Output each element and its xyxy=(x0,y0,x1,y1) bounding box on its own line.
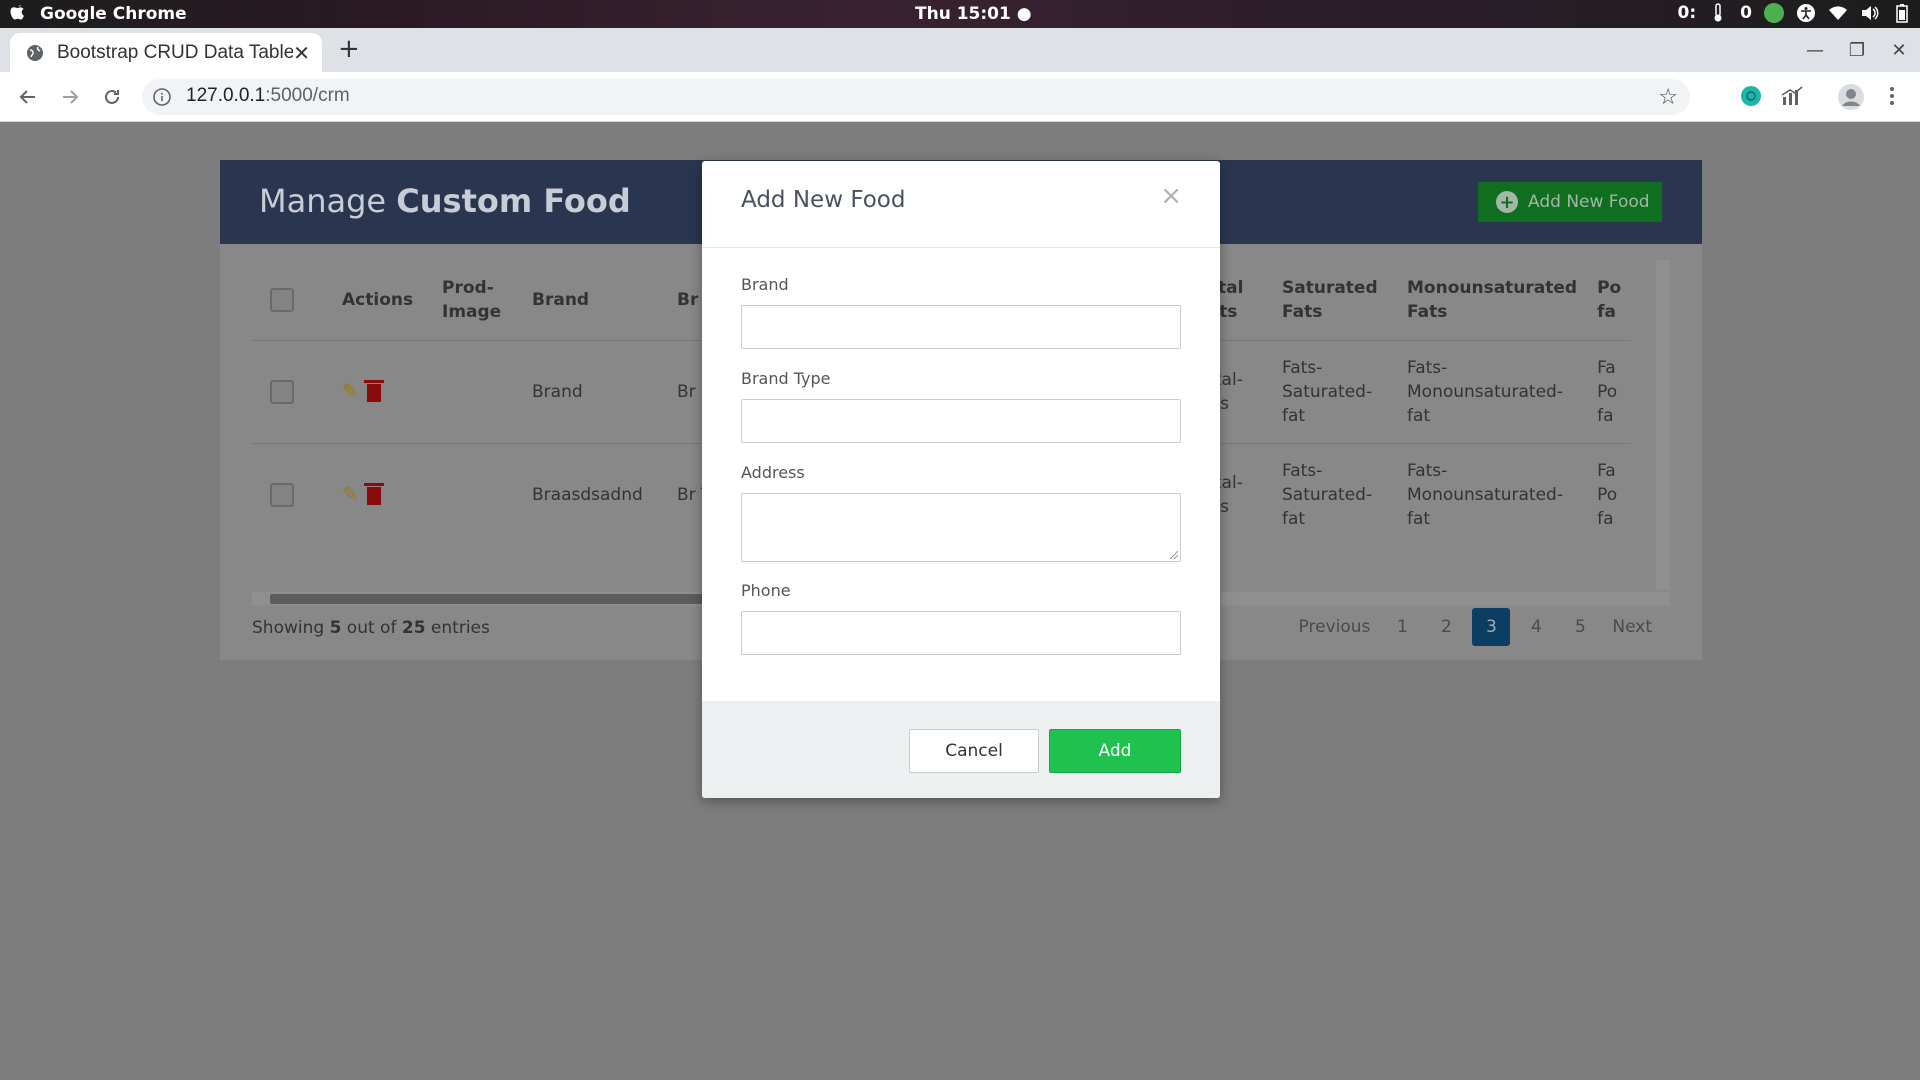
extension-teal-icon[interactable] xyxy=(1740,85,1762,111)
entries-summary: Showing 5 out of 25 entries xyxy=(252,618,490,638)
row-monounsaturated-fats: Fats-Monounsaturated-fat xyxy=(1397,339,1588,443)
wifi-icon[interactable] xyxy=(1828,3,1848,23)
system-clock[interactable]: Thu 15:01 ● xyxy=(915,4,1032,24)
profile-avatar-icon[interactable] xyxy=(1837,83,1865,115)
bookmark-star-icon[interactable]: ☆ xyxy=(1658,85,1678,110)
globe-icon xyxy=(27,45,43,61)
add-button[interactable]: Add xyxy=(1049,729,1181,773)
url-text[interactable]: 127.0.0.1:5000/crm xyxy=(186,85,350,107)
new-tab-icon[interactable]: + xyxy=(338,34,360,64)
row-prod-image xyxy=(432,442,522,546)
plus-circle-icon: + xyxy=(1496,191,1518,213)
site-info-icon[interactable] xyxy=(152,87,172,107)
col-monounsaturated-fats: Monounsaturated Fats xyxy=(1407,277,1578,322)
row-prod-image xyxy=(432,339,522,443)
edit-pencil-icon[interactable]: ✎ xyxy=(342,482,359,506)
browser-tab[interactable]: Bootstrap CRUD Data Table ✕ xyxy=(10,33,322,72)
tray-counter-a[interactable]: 0: xyxy=(1678,3,1697,23)
row-polyunsaturated-partial: Fa Po fa xyxy=(1587,442,1632,546)
tab-close-icon[interactable]: ✕ xyxy=(293,41,310,65)
extension-chart-icon[interactable] xyxy=(1780,85,1804,111)
back-arrow-icon[interactable] xyxy=(15,84,41,110)
restore-icon[interactable]: ❐ xyxy=(1836,28,1878,72)
brand-type-label: Brand Type xyxy=(741,369,831,388)
pagination-previous[interactable]: Previous xyxy=(1289,608,1381,646)
delete-trash-icon[interactable] xyxy=(363,379,384,402)
col-prod-image: Prod-Image xyxy=(442,277,502,322)
reload-icon[interactable] xyxy=(99,84,125,110)
address-label: Address xyxy=(741,463,805,482)
pagination-page[interactable]: 2 xyxy=(1424,608,1468,646)
forward-arrow-icon[interactable] xyxy=(57,84,83,110)
edit-pencil-icon[interactable]: ✎ xyxy=(342,379,359,403)
row-brand: Braasdsadnd xyxy=(522,442,667,546)
row-brand: Brand xyxy=(522,339,667,443)
battery-icon[interactable] xyxy=(1892,3,1912,23)
active-app-name[interactable]: Google Chrome xyxy=(40,4,187,24)
address-bar[interactable]: 127.0.0.1:5000/crm ☆ xyxy=(142,79,1690,115)
window-controls: — ❐ ✕ xyxy=(1794,28,1920,72)
brand-type-input[interactable] xyxy=(741,399,1181,443)
accessibility-icon[interactable] xyxy=(1796,3,1816,23)
modal-close-icon[interactable]: × xyxy=(1160,181,1182,211)
address-textarea[interactable] xyxy=(741,493,1181,562)
pagination-page-active[interactable]: 3 xyxy=(1472,608,1511,646)
thermometer-icon[interactable] xyxy=(1708,3,1728,23)
browser-tab-strip: Bootstrap CRUD Data Table ✕ + — ❐ ✕ xyxy=(0,28,1920,72)
table-vertical-scrollbar[interactable] xyxy=(1656,260,1670,590)
close-window-icon[interactable]: ✕ xyxy=(1878,28,1920,72)
phone-label: Phone xyxy=(741,581,791,600)
row-saturated-fats: Fats-Saturated-fat xyxy=(1272,442,1397,546)
system-tray: 0: 0 xyxy=(1678,3,1912,23)
row-saturated-fats: Fats-Saturated-fat xyxy=(1272,339,1397,443)
tab-title: Bootstrap CRUD Data Table xyxy=(57,42,293,63)
col-brand: Brand xyxy=(532,289,590,310)
row-checkbox[interactable] xyxy=(270,379,294,404)
add-new-food-label: Add New Food xyxy=(1528,192,1650,212)
pagination-next[interactable]: Next xyxy=(1602,608,1662,646)
select-all-checkbox[interactable] xyxy=(270,287,294,312)
row-monounsaturated-fats: Fats-Monounsaturated-fat xyxy=(1397,442,1588,546)
modal-title: Add New Food xyxy=(741,187,906,213)
delete-trash-icon[interactable] xyxy=(363,482,384,505)
phone-input[interactable] xyxy=(741,611,1181,655)
pagination-page[interactable]: 4 xyxy=(1514,608,1558,646)
pagination-page[interactable]: 5 xyxy=(1558,608,1602,646)
page-content: Manage Custom Food + Add New Food Action… xyxy=(0,122,1920,1080)
apple-icon[interactable] xyxy=(10,4,26,22)
chrome-menu-icon[interactable] xyxy=(1888,84,1896,112)
row-polyunsaturated-partial: Fa Po fa xyxy=(1587,339,1632,443)
add-new-food-button[interactable]: + Add New Food xyxy=(1478,182,1662,222)
page-title: Manage Custom Food xyxy=(259,182,631,220)
brand-input[interactable] xyxy=(741,305,1181,349)
modal-header: Add New Food × xyxy=(702,161,1220,248)
pagination-page[interactable]: 1 xyxy=(1380,608,1424,646)
col-polyunsaturated-partial: Po fa xyxy=(1597,277,1622,322)
resize-handle-icon[interactable] xyxy=(1170,551,1178,559)
os-top-bar: Google Chrome Thu 15:01 ● 0: 0 xyxy=(0,0,1920,28)
browser-toolbar: 127.0.0.1:5000/crm ☆ xyxy=(0,72,1920,122)
minimize-icon[interactable]: — xyxy=(1794,28,1836,72)
volume-icon[interactable] xyxy=(1860,3,1880,23)
tray-counter-b[interactable]: 0 xyxy=(1740,3,1752,23)
col-actions: Actions xyxy=(342,289,414,310)
row-checkbox[interactable] xyxy=(270,482,294,507)
pagination: Previous 1 2 3 4 5 Next xyxy=(1289,608,1662,646)
scrollbar-thumb[interactable] xyxy=(270,594,750,604)
update-check-icon[interactable] xyxy=(1764,3,1784,23)
brand-label: Brand xyxy=(741,275,789,294)
add-food-modal: Add New Food × Brand Brand Type Address … xyxy=(702,161,1220,798)
cancel-button[interactable]: Cancel xyxy=(909,729,1039,773)
col-saturated-fats: Saturated Fats xyxy=(1282,277,1378,322)
